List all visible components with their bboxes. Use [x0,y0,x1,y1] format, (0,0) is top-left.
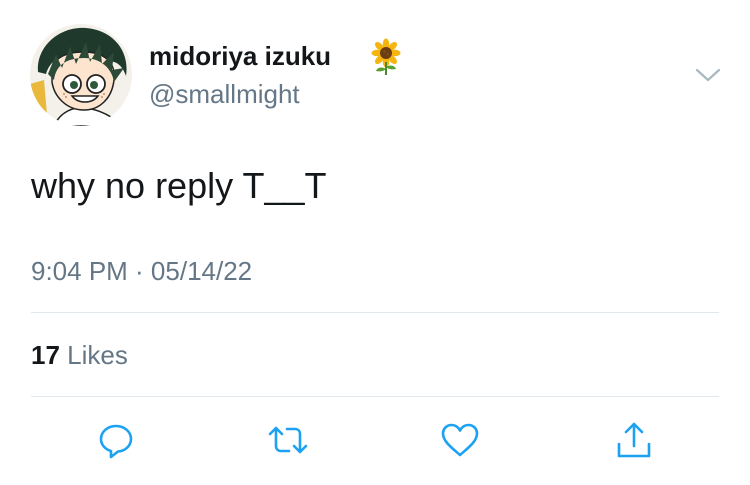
heart-icon [441,423,479,457]
likes-label: Likes [67,340,128,370]
chevron-down-icon[interactable] [694,62,722,86]
likes-stat[interactable]: 17 Likes [31,339,128,371]
avatar[interactable] [30,24,132,126]
reply-icon [99,424,133,459]
tweet-timestamp[interactable]: 9:04 PM · 05/14/22 [31,255,252,287]
like-button[interactable] [438,418,482,462]
share-icon [617,422,651,458]
likes-count: 17 [31,340,60,370]
divider [31,396,719,397]
share-button[interactable] [612,418,656,462]
user-handle[interactable]: @smallmight [149,78,300,110]
reply-button[interactable] [94,418,138,462]
display-name[interactable]: midoriya izuku [149,40,331,72]
tweet-text: why no reply T__T [31,165,327,206]
sunflower-icon [369,38,403,76]
retweet-icon [268,426,308,454]
avatar-image [30,24,132,126]
divider [31,312,719,313]
retweet-button[interactable] [266,418,310,462]
